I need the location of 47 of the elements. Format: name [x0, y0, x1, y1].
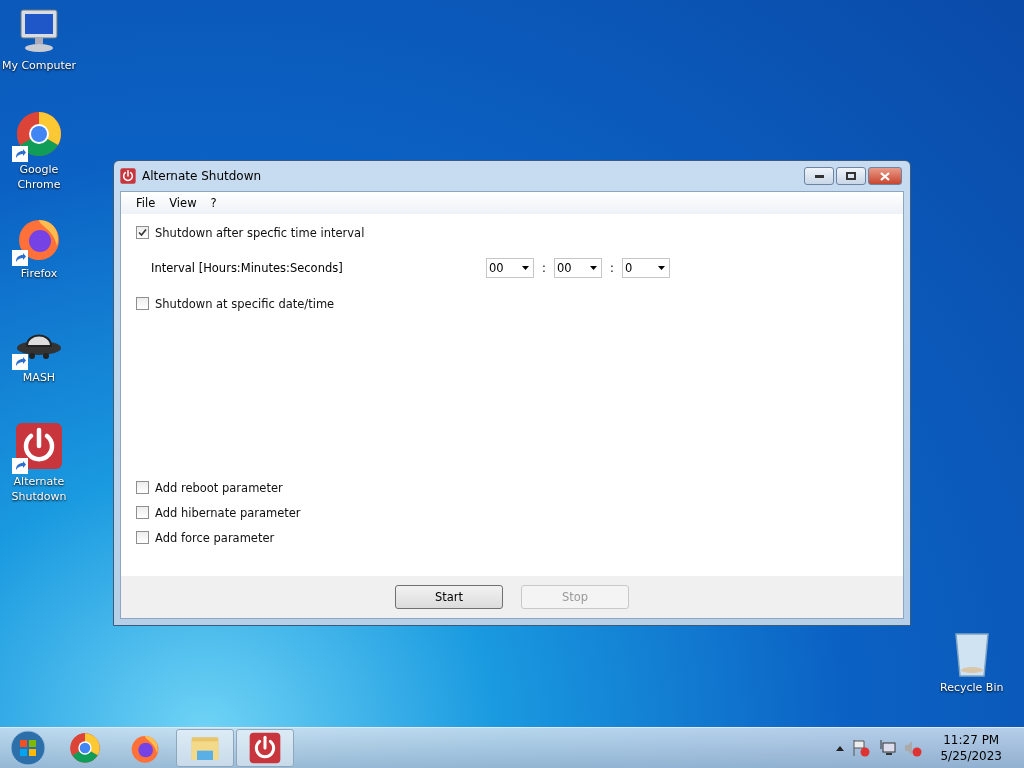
tray-expand-icon[interactable] [836, 745, 845, 751]
desktop-icon-label[interactable]: Firefox [20, 266, 58, 281]
minimize-icon [814, 174, 824, 178]
checkbox[interactable] [136, 226, 149, 239]
chrome-icon [15, 110, 63, 158]
close-icon [880, 171, 890, 181]
desktop-icon-label[interactable]: My Computer [1, 58, 77, 73]
desktop-icon-label[interactable]: Recycle Bin [940, 680, 1004, 695]
dropdown[interactable]: 0 [622, 258, 670, 278]
separator-colon: : [541, 261, 547, 275]
checkbox[interactable] [136, 481, 149, 494]
taskbar-button[interactable] [236, 729, 294, 767]
power-icon [15, 422, 63, 470]
menu-item[interactable]: View [162, 196, 204, 210]
checkbox-label: Shutdown after specfic time interval [155, 225, 365, 240]
checkbox[interactable] [136, 506, 149, 519]
speaker-icon[interactable] [904, 739, 923, 757]
action-button[interactable]: Start [395, 585, 503, 609]
desktop-icon-label[interactable]: MASH [22, 370, 56, 385]
desktop-icon-label[interactable]: Google Chrome [0, 162, 81, 192]
checkbox-label: Add hibernate parameter [155, 505, 301, 520]
close-button[interactable] [868, 167, 902, 185]
checkbox[interactable] [136, 297, 149, 310]
power-icon [120, 168, 136, 184]
power-icon [249, 732, 281, 764]
flag-icon[interactable] [852, 739, 871, 757]
checkbox[interactable] [136, 531, 149, 544]
caret-icon [658, 266, 665, 270]
chrome-icon [69, 732, 101, 764]
network-icon[interactable] [878, 739, 897, 757]
checkbox-label: Add force parameter [155, 530, 275, 545]
checkbox-label: Shutdown at specific date/time [155, 296, 335, 311]
maximize-button[interactable] [836, 167, 866, 185]
menu-item[interactable]: ? [203, 196, 224, 210]
menu-item[interactable]: File [129, 196, 163, 210]
dropdown[interactable]: 00 [554, 258, 602, 278]
interval-label: Interval [Hours:Minutes:Seconds] [151, 261, 344, 275]
clock-time[interactable]: 11:27 PM [943, 732, 1000, 748]
checkbox-label: Add reboot parameter [155, 480, 283, 495]
minimize-button[interactable] [804, 167, 834, 185]
caret-icon [522, 266, 529, 270]
maximize-icon [846, 172, 856, 180]
window-title: Alternate Shutdown [142, 169, 263, 183]
clock-date[interactable]: 5/25/2023 [940, 748, 1002, 764]
separator-colon: : [609, 261, 615, 275]
caret-icon [590, 266, 597, 270]
dropdown[interactable]: 00 [486, 258, 534, 278]
